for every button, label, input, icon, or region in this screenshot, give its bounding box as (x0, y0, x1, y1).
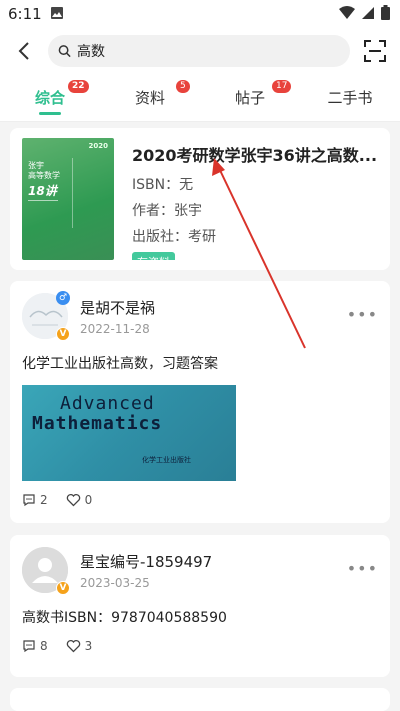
post-date: 2023-03-25 (80, 575, 150, 590)
more-options-icon[interactable]: ••• (347, 559, 378, 578)
status-bar: 6:11 (0, 0, 400, 28)
book-author: 作者：张宇 (132, 203, 202, 219)
heart-icon (66, 493, 80, 507)
post-header: V 星宝编号-1859497 2023-03-25 ••• (22, 547, 378, 595)
post-image[interactable]: Advanced Mathematics 化学工业出版社 (22, 385, 236, 481)
post-card[interactable]: ♂ V 是胡不是祸 2022-11-28 ••• 化学工业出版社高数，习题答案 … (10, 281, 390, 523)
tab-all-badge: 22 (68, 80, 89, 93)
wifi-icon (339, 5, 355, 24)
tab-materials-badge: 5 (176, 80, 190, 93)
author-info: 是胡不是祸 2022-11-28 (80, 297, 155, 336)
male-icon: ♂ (56, 291, 70, 305)
comment-count: 8 (40, 639, 48, 653)
image-text-line3: 化学工业出版社 (142, 456, 191, 464)
post-card[interactable]: V 星宝编号-1859497 2023-03-25 ••• 高数书ISBN：97… (10, 535, 390, 677)
book-cover-image: 2020 张宇 高等数学 18讲 (22, 138, 114, 260)
post-stats: 8 3 (22, 639, 378, 653)
tab-posts[interactable]: 帖子 17 (200, 74, 300, 121)
tab-active-indicator (39, 112, 61, 115)
tab-bar: 综合 22 资料 5 帖子 17 二手书 (0, 74, 400, 122)
like-button[interactable]: 0 (66, 493, 93, 507)
comment-button[interactable]: 8 (22, 639, 48, 653)
search-icon (58, 45, 71, 58)
verified-icon: V (56, 581, 70, 595)
battery-icon (381, 4, 390, 24)
book-publisher: 出版社：考研 (132, 229, 216, 245)
post-date: 2022-11-28 (80, 321, 150, 336)
scan-icon (364, 40, 386, 62)
avatar[interactable]: V (22, 547, 70, 595)
cover-lectures: 18讲 (28, 184, 57, 198)
status-time: 6:11 (8, 5, 42, 23)
tab-all[interactable]: 综合 22 (0, 74, 100, 121)
more-options-icon[interactable]: ••• (347, 305, 378, 324)
tab-posts-label: 帖子 (234, 89, 265, 107)
tab-materials[interactable]: 资料 5 (100, 74, 200, 121)
like-count: 0 (84, 493, 93, 507)
gallery-icon (50, 5, 64, 24)
image-text-line1: Advanced (60, 393, 155, 414)
post-text: 高数书ISBN：9787040588590 (22, 610, 227, 626)
tab-posts-badge: 17 (272, 80, 292, 93)
comment-icon (23, 494, 35, 507)
cover-divider (28, 200, 58, 201)
like-count: 3 (84, 639, 93, 653)
tab-materials-label: 资料 (134, 89, 165, 107)
post-stats: 2 0 (22, 493, 378, 507)
comment-icon (23, 640, 35, 653)
author-name[interactable]: 星宝编号-1859497 (80, 551, 212, 572)
tab-used-books[interactable]: 二手书 (300, 74, 400, 121)
author-info: 星宝编号-1859497 2023-03-25 (80, 551, 212, 590)
post-card-partial[interactable] (10, 688, 390, 711)
post-text: 化学工业出版社高数，习题答案 (22, 356, 218, 372)
cover-subject: 高等数学 (28, 171, 60, 180)
book-info: 2020考研数学张宇36讲之高数... ISBN：无 作者：张宇 出版社：考研 … (132, 138, 378, 260)
comment-count: 2 (40, 493, 48, 507)
image-text-line2: Mathematics (32, 413, 163, 434)
tab-all-label: 综合 (34, 89, 65, 107)
back-button[interactable] (14, 41, 34, 61)
signal-icon (361, 5, 375, 24)
chevron-left-icon (18, 42, 29, 60)
has-materials-tag: 有资料 (132, 252, 175, 260)
book-result-card[interactable]: 2020 张宇 高等数学 18讲 2020考研数学张宇36讲之高数... ISB… (10, 128, 390, 270)
tab-used-books-label: 二手书 (327, 89, 373, 107)
heart-icon (66, 639, 80, 653)
scan-button[interactable] (362, 38, 388, 64)
cover-year: 2020 (88, 142, 108, 150)
search-header (0, 28, 400, 74)
book-isbn: ISBN：无 (132, 177, 194, 193)
cover-decoration (72, 158, 106, 228)
search-input[interactable] (77, 43, 340, 59)
verified-icon: V (56, 327, 70, 341)
book-title[interactable]: 2020考研数学张宇36讲之高数... (132, 142, 378, 166)
post-header: ♂ V 是胡不是祸 2022-11-28 ••• (22, 291, 378, 341)
avatar[interactable]: ♂ V (22, 291, 70, 341)
like-button[interactable]: 3 (66, 639, 93, 653)
author-name[interactable]: 是胡不是祸 (80, 297, 155, 318)
comment-button[interactable]: 2 (22, 493, 48, 507)
search-box[interactable] (48, 35, 350, 67)
